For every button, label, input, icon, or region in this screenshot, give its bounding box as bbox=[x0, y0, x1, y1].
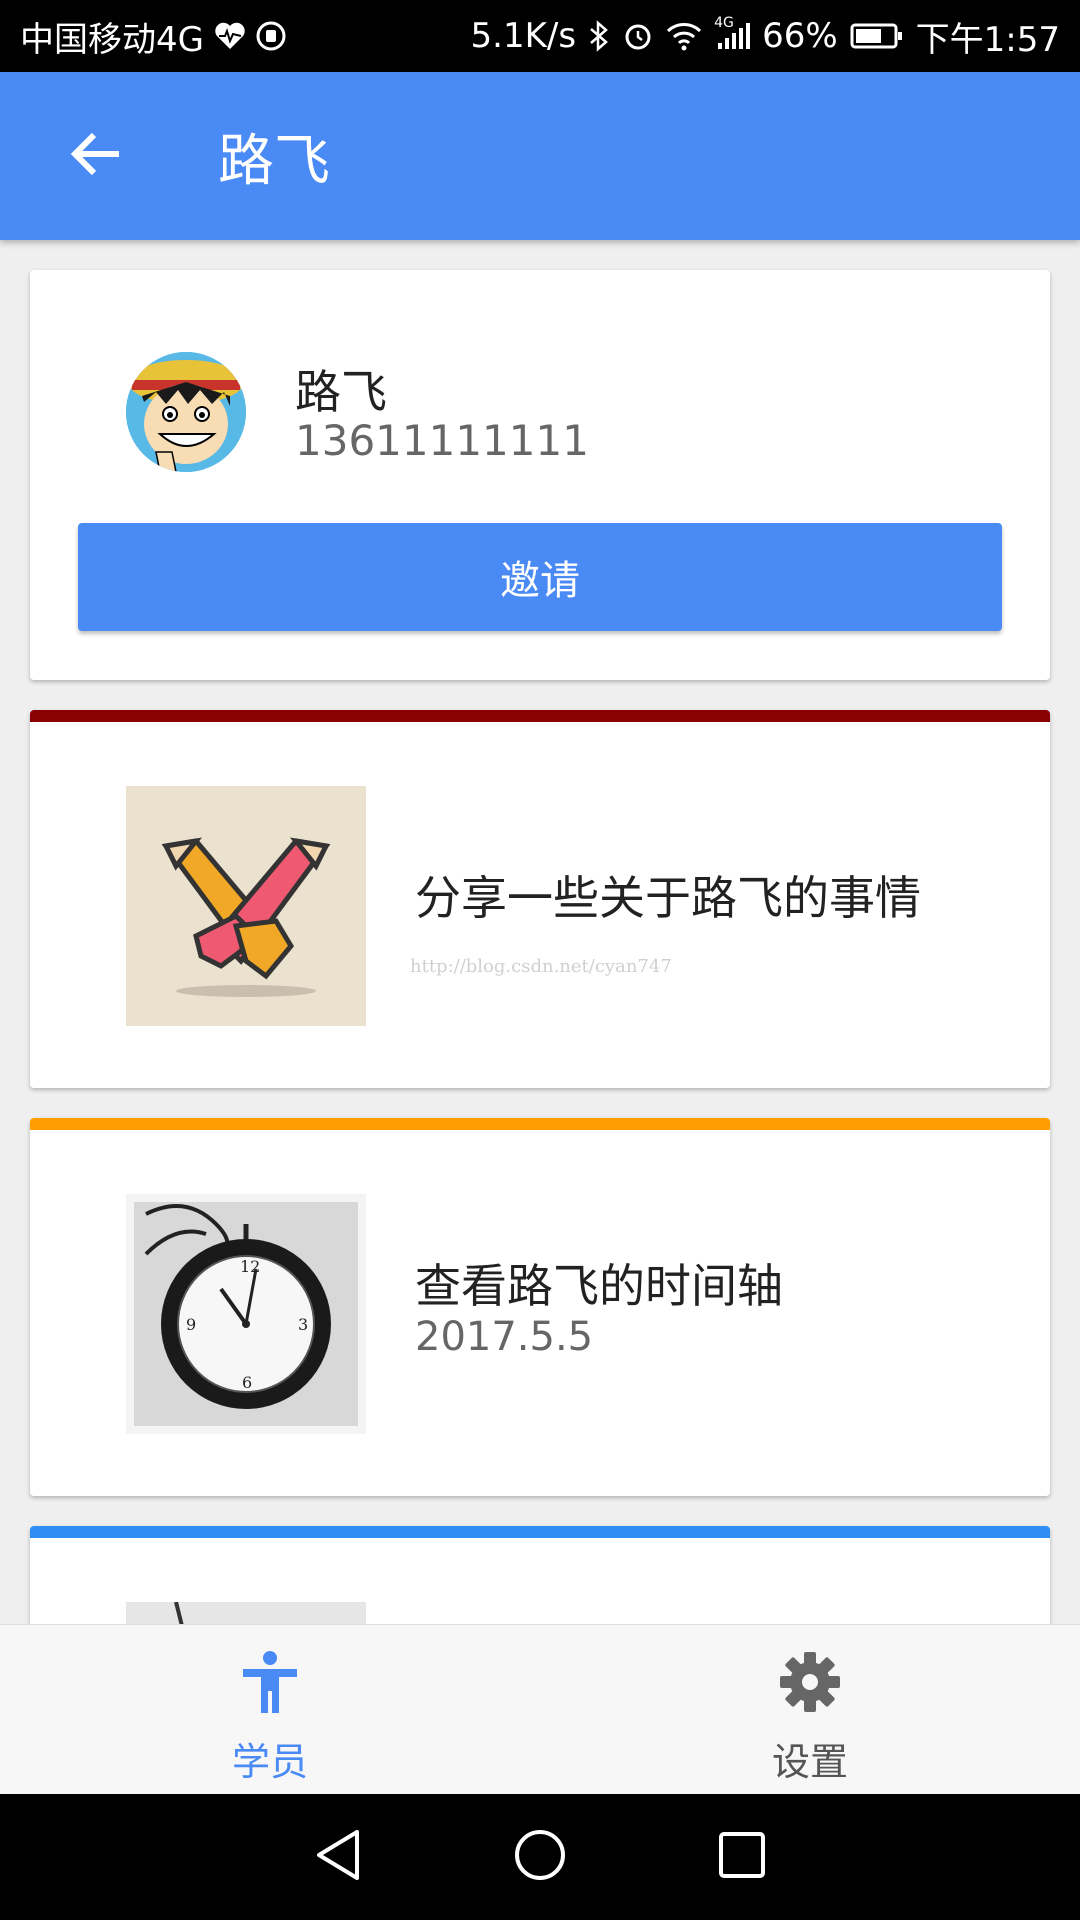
system-navigation-bar bbox=[0, 1794, 1080, 1920]
item-title: 分享一些关于路飞的事情 bbox=[415, 871, 921, 925]
item-date: 2017.5.5 bbox=[415, 1314, 594, 1360]
person-icon bbox=[241, 1647, 299, 1717]
battery-percent: 66% bbox=[762, 16, 838, 56]
tab-students-label: 学员 bbox=[231, 1740, 308, 1784]
card-accent-strip bbox=[30, 1526, 1050, 1538]
profile-name: 路飞 bbox=[295, 365, 387, 419]
handshake-pencils-icon bbox=[126, 786, 366, 1026]
pen-photo-icon bbox=[126, 1602, 366, 1624]
home-circle-icon[interactable] bbox=[513, 1828, 567, 1886]
bottom-navigation: 学员 设置 bbox=[0, 1624, 1080, 1795]
battery-icon bbox=[850, 22, 904, 50]
content-list[interactable]: 路飞 13611111111 邀请 分享一些关于路飞的事情 http://blo… bbox=[0, 240, 1080, 1624]
avatar[interactable] bbox=[126, 352, 246, 472]
status-bar: 中国移动4G 5.1K/s 4G 66% 下午1:57 bbox=[0, 0, 1080, 72]
carrier-label: 中国移动4G bbox=[20, 19, 204, 60]
timeline-card[interactable]: 12 3 6 9 查看路飞的时间轴 2017.5.5 bbox=[30, 1118, 1050, 1496]
signal-label: 4G bbox=[714, 15, 734, 31]
wifi-icon bbox=[666, 21, 702, 51]
svg-text:6: 6 bbox=[242, 1373, 252, 1392]
tab-settings[interactable]: 设置 bbox=[540, 1625, 1080, 1795]
share-card[interactable]: 分享一些关于路飞的事情 http://blog.csdn.net/cyan747 bbox=[30, 710, 1050, 1088]
item-title: 查看路飞的时间轴 bbox=[415, 1259, 783, 1313]
profile-phone: 13611111111 bbox=[295, 416, 589, 465]
clock-time: 下午1:57 bbox=[915, 19, 1060, 60]
svg-text:12: 12 bbox=[240, 1257, 260, 1276]
app-bar: 路飞 bbox=[0, 72, 1080, 240]
photo-card[interactable] bbox=[30, 1526, 1050, 1624]
tab-students[interactable]: 学员 bbox=[0, 1625, 540, 1795]
bluetooth-icon bbox=[588, 20, 610, 52]
watermark-text: http://blog.csdn.net/cyan747 bbox=[410, 956, 672, 977]
page-title: 路飞 bbox=[218, 128, 330, 194]
heart-pulse-icon bbox=[214, 21, 246, 51]
recents-square-icon[interactable] bbox=[717, 1830, 767, 1884]
signal-icon: 4G bbox=[714, 15, 751, 51]
tab-settings-label: 设置 bbox=[771, 1740, 848, 1784]
card-accent-strip bbox=[30, 710, 1050, 722]
svg-text:9: 9 bbox=[186, 1315, 196, 1334]
hand-icon bbox=[256, 21, 286, 51]
back-button[interactable] bbox=[60, 120, 132, 192]
card-accent-strip bbox=[30, 1118, 1050, 1130]
back-triangle-icon[interactable] bbox=[313, 1828, 363, 1886]
network-speed: 5.1K/s bbox=[470, 16, 577, 56]
profile-card: 路飞 13611111111 邀请 bbox=[30, 270, 1050, 680]
arrow-left-icon bbox=[69, 127, 123, 185]
svg-text:3: 3 bbox=[298, 1315, 308, 1334]
gear-icon bbox=[779, 1647, 841, 1717]
alarm-icon bbox=[622, 20, 654, 52]
clock-icon: 12 3 6 9 bbox=[126, 1194, 366, 1434]
invite-button[interactable]: 邀请 bbox=[78, 523, 1002, 631]
